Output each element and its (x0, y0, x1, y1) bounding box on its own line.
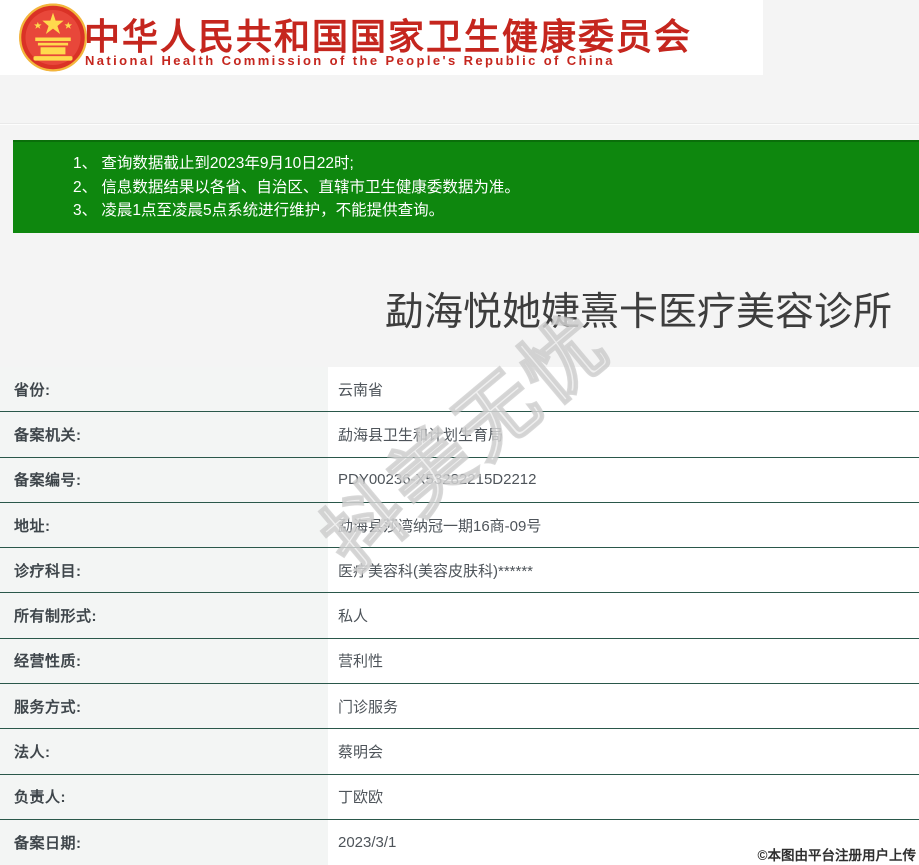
row-label: 诊疗科目: (0, 548, 328, 593)
row-value: 云南省 (328, 367, 919, 412)
institution-title: 勐海悦她婕熹卡医疗美容诊所 (385, 291, 893, 334)
row-label: 备案日期: (0, 819, 328, 865)
horizontal-divider (0, 123, 919, 125)
header-title-en: National Health Commission of the People… (85, 53, 615, 68)
table-row-legal-person: 法人: 蔡明会 (0, 729, 919, 775)
row-label: 省份: (0, 367, 328, 412)
row-value: 私人 (328, 593, 919, 638)
notice-line-2: 2、 信息数据结果以各省、自治区、直辖市卫生健康委数据为准。 (73, 178, 520, 196)
row-label: 备案机关: (0, 412, 328, 457)
table-row-business-nature: 经营性质: 营利性 (0, 638, 919, 685)
header-bar: 中华人民共和国国家卫生健康委员会 National Health Commiss… (0, 0, 763, 75)
row-label: 法人: (0, 729, 328, 774)
row-value: 勐海县莎湾纳冠一期16商-09号 (328, 502, 919, 548)
table-row-address: 地址: 勐海县莎湾纳冠一期16商-09号 (0, 502, 919, 549)
row-value: 丁欧欧 (328, 774, 919, 819)
row-value: 勐海县卫生和计划生育局 (328, 412, 919, 457)
row-label: 备案编号: (0, 457, 328, 502)
record-table: 省份: 云南省 备案机关: 勐海县卫生和计划生育局 备案编号: PDY00236… (0, 367, 919, 865)
table-row-filing-authority: 备案机关: 勐海县卫生和计划生育局 (0, 412, 919, 458)
row-value: 医疗美容科(美容皮肤科)****** (328, 548, 919, 593)
table-row-service-mode: 服务方式: 门诊服务 (0, 684, 919, 730)
row-value: PDY00236-X53282215D2212 (328, 457, 919, 502)
row-value: 蔡明会 (328, 729, 919, 774)
table-row-ownership: 所有制形式: 私人 (0, 593, 919, 639)
table-row-province: 省份: 云南省 (0, 367, 919, 413)
table-row-filing-number: 备案编号: PDY00236-X53282215D2212 (0, 457, 919, 503)
notice-line-1: 1、 查询数据截止到2023年9月10日22时; (73, 155, 354, 172)
row-label: 所有制形式: (0, 593, 328, 638)
notice-line-3: 3、 凌晨1点至凌晨5点系统进行维护，不能提供查询。 (73, 202, 445, 219)
table-row-departments: 诊疗科目: 医疗美容科(美容皮肤科)****** (0, 548, 919, 594)
row-label: 地址: (0, 502, 328, 548)
footer-watermark: ©本图由平台注册用户上传 (757, 848, 916, 863)
row-value: 门诊服务 (328, 684, 919, 729)
notice-box: 1、 查询数据截止到2023年9月10日22时; 2、 信息数据结果以各省、自治… (13, 140, 919, 233)
row-label: 服务方式: (0, 684, 328, 729)
row-label: 经营性质: (0, 638, 328, 684)
table-row-person-in-charge: 负责人: 丁欧欧 (0, 774, 919, 820)
row-value: 营利性 (328, 638, 919, 684)
row-label: 负责人: (0, 774, 328, 819)
